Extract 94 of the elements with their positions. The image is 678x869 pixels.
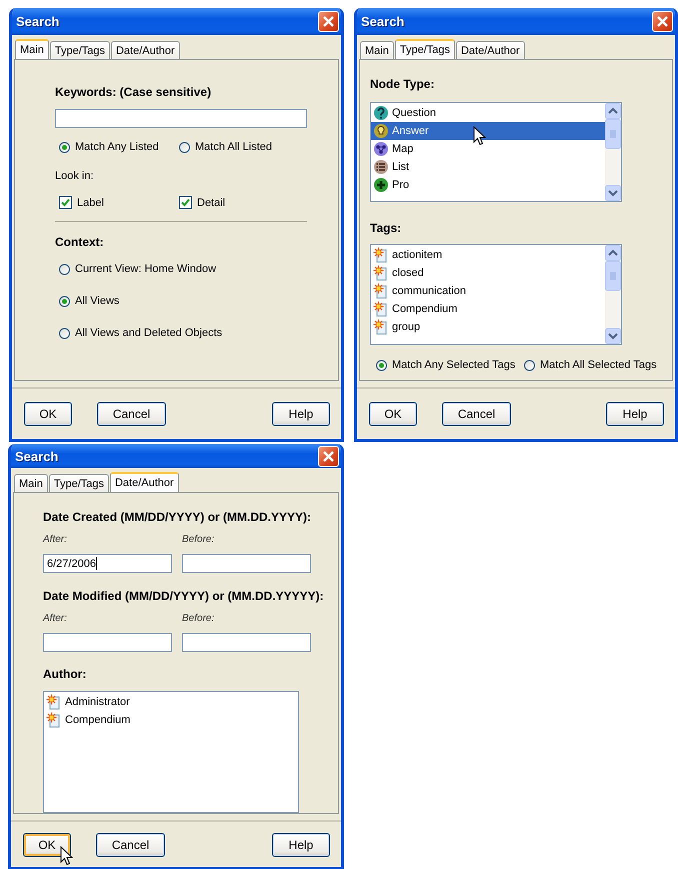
- keywords-label: Keywords: (Case sensitive): [55, 85, 212, 99]
- look-in-label: Look in:: [55, 170, 95, 182]
- dialog-button[interactable]: OK: [24, 402, 72, 426]
- checkbox[interactable]: [59, 196, 72, 209]
- window-title: Search: [361, 14, 404, 29]
- scroll-down-button[interactable]: [605, 328, 621, 344]
- before-label: Before:: [182, 534, 214, 546]
- tag-item[interactable]: actionitem: [371, 246, 605, 264]
- tag-icon: [373, 265, 389, 281]
- scroll-up-button[interactable]: [605, 245, 621, 261]
- window-title: Search: [15, 448, 58, 464]
- mouse-pointer-icon: [60, 846, 73, 866]
- scroll-thumb[interactable]: [605, 119, 621, 149]
- context-label: Context:: [55, 235, 105, 249]
- list-icon: [373, 159, 389, 175]
- author-item[interactable]: Compendium: [44, 711, 298, 730]
- author-label: Author:: [43, 667, 88, 682]
- tag-icon: [373, 247, 389, 263]
- tag-icon: [46, 694, 62, 710]
- node-type-label: Node Type:: [370, 77, 436, 91]
- dialog-button[interactable]: Cancel: [442, 402, 511, 426]
- radio-label: Match Any Listed: [75, 141, 159, 153]
- tag-icon: [373, 283, 389, 299]
- tab[interactable]: Date/Author: [110, 41, 180, 59]
- radio-button[interactable]: [376, 360, 387, 370]
- radio-label: All Views and Deleted Objects: [75, 327, 222, 339]
- radio-label: Match Any Selected Tags: [392, 359, 516, 371]
- dialog-button[interactable]: Help: [272, 402, 330, 426]
- close-icon: [322, 15, 335, 28]
- map-nodes-icon: [373, 141, 389, 157]
- after-label: After:: [43, 613, 68, 624]
- close-button[interactable]: [652, 11, 673, 32]
- radio-button[interactable]: [59, 296, 70, 306]
- mouse-pointer-icon: [473, 126, 486, 146]
- tag-icon: [373, 319, 389, 335]
- date-modified-label: Date Modified (MM/DD/YYYY) or (MM.DD.YYYYY):: [43, 589, 325, 604]
- radio-button[interactable]: [179, 142, 190, 152]
- radio-button[interactable]: [524, 360, 535, 370]
- question-mark-icon: [373, 105, 389, 121]
- tab[interactable]: Type/Tags: [48, 474, 109, 492]
- dialog-button[interactable]: Help: [272, 832, 330, 857]
- date-field[interactable]: 6/27/2006: [43, 554, 172, 574]
- checkbox-label: Label: [77, 196, 104, 208]
- radio-button[interactable]: [59, 328, 70, 338]
- date-field[interactable]: [182, 633, 311, 652]
- window-title: Search: [16, 14, 60, 29]
- radio-button[interactable]: [59, 264, 70, 274]
- scroll-up-button[interactable]: [605, 103, 621, 119]
- close-icon: [656, 15, 669, 28]
- keywords-field[interactable]: [55, 109, 307, 128]
- tag-item[interactable]: Compendium: [371, 300, 605, 318]
- node-type-item[interactable]: List: [371, 158, 605, 176]
- scrollbar[interactable]: [605, 103, 621, 201]
- author-item[interactable]: Administrator: [44, 693, 298, 712]
- tab[interactable]: Type/Tags: [394, 39, 455, 59]
- date-field[interactable]: [182, 554, 311, 574]
- tag-item[interactable]: closed: [371, 264, 605, 282]
- radio-label: Match All Listed: [195, 141, 272, 153]
- tab[interactable]: Main: [360, 41, 394, 59]
- plus-icon: [373, 177, 389, 193]
- close-button[interactable]: [318, 446, 339, 467]
- tags-label: Tags:: [370, 221, 402, 235]
- scrollbar[interactable]: [605, 245, 621, 344]
- dialog-button[interactable]: Cancel: [96, 832, 165, 857]
- tag-item[interactable]: group: [371, 318, 605, 336]
- dialog-button[interactable]: Cancel: [97, 402, 166, 426]
- close-icon: [322, 450, 335, 463]
- date-created-label: Date Created (MM/DD/YYYY) or (MM.DD.YYYY):: [43, 510, 312, 524]
- close-button[interactable]: [318, 11, 339, 32]
- tag-icon: [46, 712, 62, 728]
- scroll-down-button[interactable]: [605, 185, 621, 201]
- date-field[interactable]: [43, 633, 172, 652]
- checkbox[interactable]: [179, 196, 192, 209]
- tag-icon: [373, 301, 389, 317]
- checkbox-label: Detail: [197, 196, 226, 208]
- tab[interactable]: Date/Author: [110, 472, 179, 492]
- scroll-thumb[interactable]: [605, 261, 621, 291]
- tab[interactable]: Main: [15, 39, 49, 59]
- dialog-button[interactable]: Help: [606, 402, 664, 426]
- radio-label: Match All Selected Tags: [540, 359, 657, 371]
- before-label: Before:: [182, 613, 214, 624]
- tab[interactable]: Main: [14, 474, 48, 492]
- tab[interactable]: Type/Tags: [50, 41, 110, 59]
- tag-item[interactable]: communication: [371, 282, 605, 300]
- radio-label: Current View: Home Window: [75, 263, 216, 275]
- node-type-item[interactable]: Pro: [371, 176, 605, 194]
- lightbulb-icon: [373, 123, 389, 139]
- tab[interactable]: Date/Author: [456, 41, 525, 59]
- radio-button[interactable]: [59, 142, 70, 152]
- node-type-item[interactable]: Question: [371, 104, 605, 122]
- node-type-item[interactable]: Map: [371, 140, 605, 158]
- dialog-button[interactable]: OK: [369, 402, 417, 426]
- after-label: After:: [43, 534, 68, 546]
- radio-label: All Views: [75, 295, 120, 307]
